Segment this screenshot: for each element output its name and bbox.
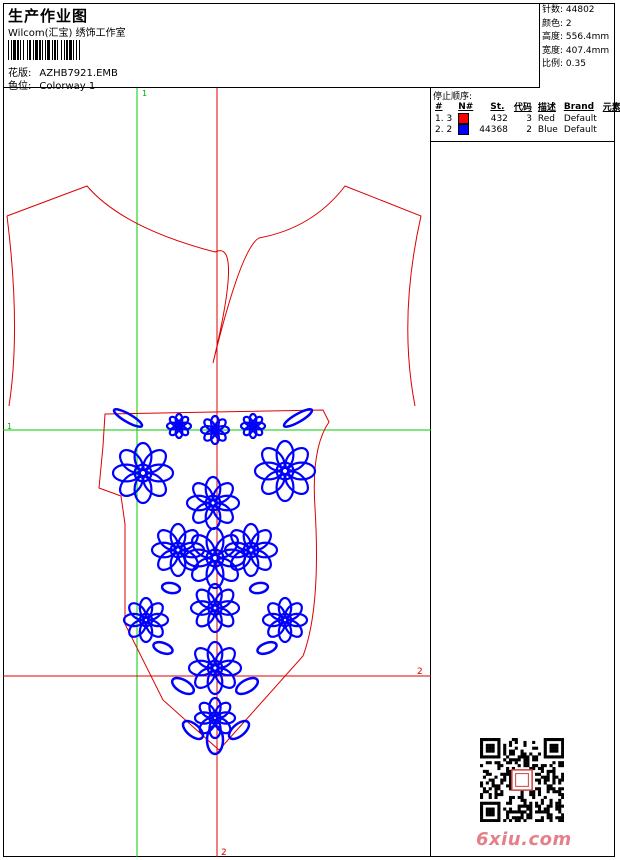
motif-center-mid: [189, 582, 241, 634]
qr-seal-icon: [511, 769, 533, 791]
guide-lines: [3, 88, 431, 857]
motif-center-top: [185, 475, 241, 531]
color-swatch: [455, 124, 476, 135]
motif-leaf-left-3: [152, 640, 174, 656]
design-canvas: 1 1 2 2: [3, 88, 431, 857]
motif-crown-left: [165, 412, 193, 440]
row-brand: Default: [563, 124, 597, 135]
barcode: [8, 40, 153, 60]
col-description: 描述: [537, 103, 556, 113]
guide-label-v-top: 1: [142, 89, 147, 98]
table-row: 2. 2 44368 2 Blue Default: [432, 124, 620, 135]
stop-sequence-header-row: # N# St. 代码 描述 Brand 元素: [432, 100, 620, 114]
header-panel: 生产作业图 Wilcom(汇宝) 绣饰工作室 花版: AZHB7921.EMB 色…: [3, 3, 540, 92]
bodice-left-side: [6, 215, 16, 407]
color-count: 颜色: 2: [542, 18, 572, 29]
guide-label-h-right: 2: [417, 667, 423, 677]
stats-panel: 针数: 44802 颜色: 2 高度: 556.4mm 宽度: 407.4mm …: [540, 3, 615, 88]
studio-subtitle: Wilcom(汇宝) 绣饰工作室: [8, 28, 126, 39]
motif-flower-left-lower: [122, 596, 170, 644]
watermark-logo: 6xiu.com: [476, 829, 572, 850]
design-width: 宽度: 407.4mm: [542, 45, 610, 56]
design-svg: 1 1 2 2: [3, 88, 431, 857]
motif-leaf-left-2: [181, 719, 205, 741]
motif-leaf-right-4: [248, 581, 270, 595]
motif-leaf-right-3: [256, 640, 278, 656]
qr-code: [480, 738, 564, 822]
row-index: 1. 3: [435, 113, 453, 124]
row-brand: Default: [563, 113, 597, 124]
stop-sequence-panel: 停止顺序: # N# St. 代码 描述 Brand 元素 1. 3 432 3…: [431, 88, 620, 142]
design-scale: 比例: 0.35: [542, 59, 586, 69]
stop-sequence-table: # N# St. 代码 描述 Brand 元素 1. 3 432 3 Red D…: [432, 100, 620, 135]
row-description: Blue: [537, 124, 558, 135]
bodice-outline: [6, 185, 422, 407]
motif-flower-left-upper: [111, 441, 175, 505]
stitch-count: 针数: 44802: [542, 5, 595, 15]
motif-leaf-left-top: [112, 408, 144, 428]
row-code: 2: [526, 124, 532, 135]
col-index: #: [435, 101, 443, 112]
col-stitches: St.: [490, 101, 505, 112]
motif-leaf-tip: [205, 724, 225, 756]
motif-center-lower: [187, 640, 243, 696]
col-needle: N#: [458, 101, 474, 112]
page-title: 生产作业图: [8, 7, 89, 25]
embroidery-motif: [111, 408, 317, 756]
motif-leaf-right-2: [227, 719, 251, 741]
col-element: 元素: [602, 103, 620, 113]
row-stitches: 44368: [479, 124, 508, 135]
col-code: 代码: [513, 103, 532, 113]
row-index: 2. 2: [435, 124, 453, 135]
guide-label-v-bottom: 2: [221, 848, 227, 857]
col-brand: Brand: [563, 101, 595, 112]
color-swatch: [455, 113, 476, 124]
row-description: Red: [537, 113, 556, 124]
motif-crown-right: [239, 412, 267, 440]
row-code: 3: [526, 113, 532, 124]
table-row: 1. 3 432 3 Red Default: [432, 113, 620, 124]
motif-leaf-left-4: [160, 581, 182, 595]
motif-leaf-right-1: [234, 676, 260, 696]
motif-flower-right-lower: [261, 596, 309, 644]
motif-leaf-left-1: [170, 676, 196, 696]
guide-label-h-left: 1: [7, 422, 12, 431]
motif-flower-right-upper: [253, 439, 317, 503]
row-stitches: 432: [490, 113, 508, 124]
design-height: 高度: 556.4mm: [542, 32, 610, 42]
